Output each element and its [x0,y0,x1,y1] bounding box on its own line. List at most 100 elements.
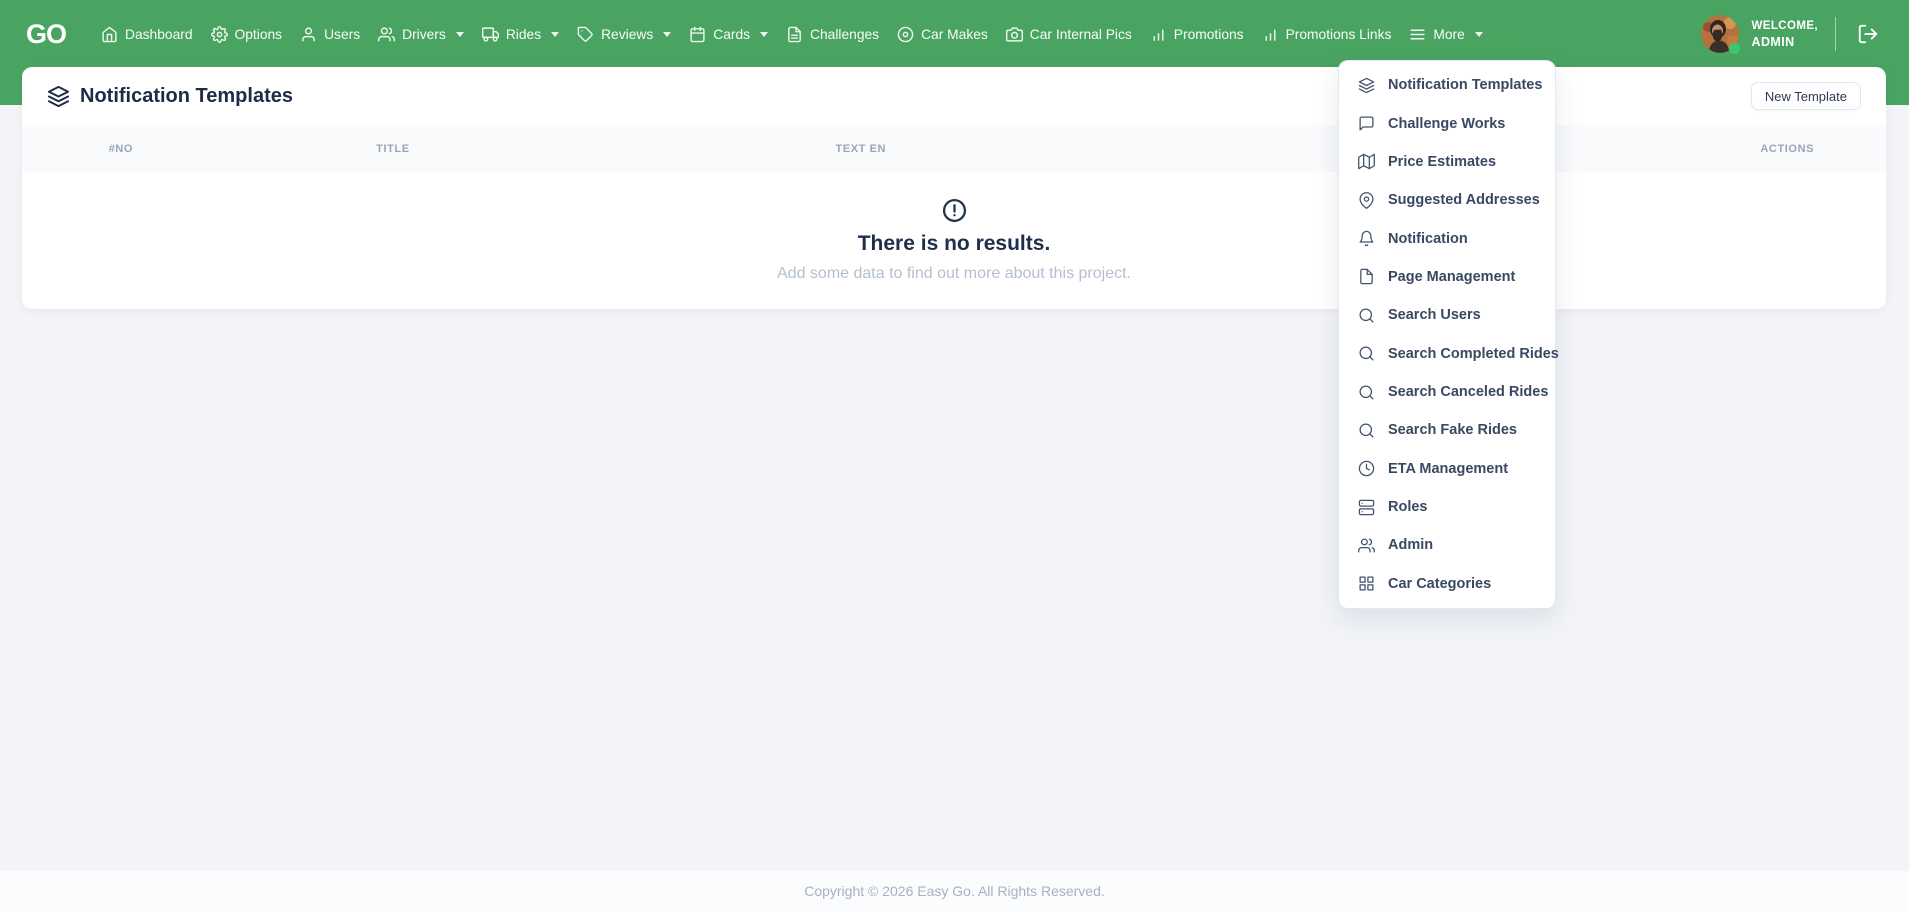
file-icon [1358,268,1375,285]
nav-item-users[interactable]: Users [291,14,369,54]
nav-item-rides[interactable]: Rides [473,14,568,54]
nav-item-label: Options [235,27,283,42]
welcome-text: WELCOME, ADMIN [1752,20,1818,49]
nav-item-promotions-links[interactable]: Promotions Links [1253,14,1401,54]
nav-item-cards[interactable]: Cards [680,14,777,54]
menu-item-label: Search Users [1388,307,1481,323]
nav-item-label: Rides [506,27,541,42]
welcome-label: WELCOME, [1752,20,1818,32]
menu-item-label: Search Completed Rides [1388,346,1559,362]
alert-circle-icon [942,198,967,223]
menu-item-page-management[interactable]: Page Management [1339,258,1555,296]
disc-icon [897,26,914,43]
tag-icon [577,26,594,43]
camera-icon [1006,26,1023,43]
logout-button[interactable] [1853,19,1883,49]
menu-item-search-canceled-rides[interactable]: Search Canceled Rides [1339,373,1555,411]
chevron-down-icon [663,32,671,37]
menu-icon [1409,26,1426,43]
menu-item-price-estimates[interactable]: Price Estimates [1339,143,1555,181]
alert-circle-icon [942,198,967,223]
menu-item-label: Suggested Addresses [1388,192,1540,208]
menu-item-challenge-works[interactable]: Challenge Works [1339,104,1555,142]
menu-item-car-categories[interactable]: Car Categories [1339,565,1555,603]
page-title-text: Notification Templates [80,85,293,108]
empty-state-title: There is no results. [858,232,1051,256]
top-navbar: GO Dashboard Options Users Drivers Rides Revi… [0,0,1909,68]
logout-icon [1857,23,1879,45]
page-footer: Copyright © 2026 Easy Go. All Rights Res… [0,871,1909,911]
column-header-title: TITLE [220,143,567,155]
nav-item-reviews[interactable]: Reviews [568,14,680,54]
menu-item-label: Page Management [1388,269,1515,285]
menu-item-admin[interactable]: Admin [1339,526,1555,564]
nav-item-promotions[interactable]: Promotions [1141,14,1253,54]
nav-item-label: Promotions Links [1286,27,1392,42]
search-icon [1358,384,1375,401]
menu-item-notification[interactable]: Notification [1339,219,1555,257]
menu-item-search-fake-rides[interactable]: Search Fake Rides [1339,411,1555,449]
menu-item-label: Search Canceled Rides [1388,384,1548,400]
menu-item-search-users[interactable]: Search Users [1339,296,1555,334]
nav-item-label: Users [324,27,360,42]
menu-item-eta-management[interactable]: ETA Management [1339,450,1555,488]
menu-item-roles[interactable]: Roles [1339,488,1555,526]
new-template-button[interactable]: New Template [1751,82,1861,110]
notification-templates-card: Notification Templates New Template #NOT… [22,67,1886,309]
server-icon [1358,499,1375,516]
nav-item-challenges[interactable]: Challenges [777,14,888,54]
nav-item-label: Car Internal Pics [1030,27,1132,42]
nav-item-label: Dashboard [125,27,193,42]
online-status-dot [1729,43,1740,54]
nav-item-car-makes[interactable]: Car Makes [888,14,997,54]
menu-item-label: Price Estimates [1388,154,1496,170]
nav-item-label: Challenges [810,27,879,42]
page-title: Notification Templates [47,85,293,108]
menu-item-notification-templates[interactable]: Notification Templates [1339,66,1555,104]
bell-icon [1358,230,1375,247]
menu-item-label: Admin [1388,537,1433,553]
brand-logo[interactable]: GO [26,19,66,50]
logout-icon [1857,23,1879,45]
chevron-down-icon [1475,32,1483,37]
layers-icon [47,85,70,108]
gear-icon [211,26,228,43]
map-pin-icon [1358,192,1375,209]
card-header: Notification Templates New Template [22,67,1886,125]
admin-label: ADMIN [1752,35,1818,49]
column-header-no: #NO [22,143,220,155]
menu-item-label: ETA Management [1388,461,1508,477]
column-header-text-en: TEXT EN [566,143,1155,155]
grid-icon [1358,575,1375,592]
nav-item-label: Drivers [402,27,446,42]
chevron-down-icon [551,32,559,37]
calendar-icon [689,26,706,43]
chevron-down-icon [760,32,768,37]
avatar[interactable] [1701,15,1739,53]
more-dropdown-menu: Notification Templates Challenge Works Pri… [1338,60,1556,609]
nav-item-dashboard[interactable]: Dashboard [92,14,202,54]
empty-state: There is no results. Add some data to fi… [22,172,1886,309]
users-icon [1358,537,1375,554]
navbar-divider [1835,17,1836,51]
column-header-actions: ACTIONS [1688,143,1886,155]
menu-item-suggested-addresses[interactable]: Suggested Addresses [1339,181,1555,219]
menu-item-search-completed-rides[interactable]: Search Completed Rides [1339,335,1555,373]
nav-item-label: Reviews [601,27,653,42]
layers-icon [47,85,70,108]
copyright-text: Copyright © 2026 Easy Go. All Rights Res… [804,883,1105,899]
empty-state-subtitle: Add some data to find out more about thi… [777,265,1131,283]
nav-item-car-internal-pics[interactable]: Car Internal Pics [997,14,1141,54]
menu-item-label: Notification Templates [1388,77,1542,93]
nav-item-drivers[interactable]: Drivers [369,14,473,54]
search-icon [1358,345,1375,362]
menu-item-label: Roles [1388,499,1428,515]
file-text-icon [786,26,803,43]
navbar-right-cluster: WELCOME, ADMIN [1701,15,1883,53]
home-icon [101,26,118,43]
truck-icon [482,26,499,43]
nav-item-label: Car Makes [921,27,988,42]
menu-item-label: Notification [1388,231,1468,247]
nav-item-options[interactable]: Options [202,14,292,54]
nav-item-more[interactable]: More [1400,14,1491,54]
